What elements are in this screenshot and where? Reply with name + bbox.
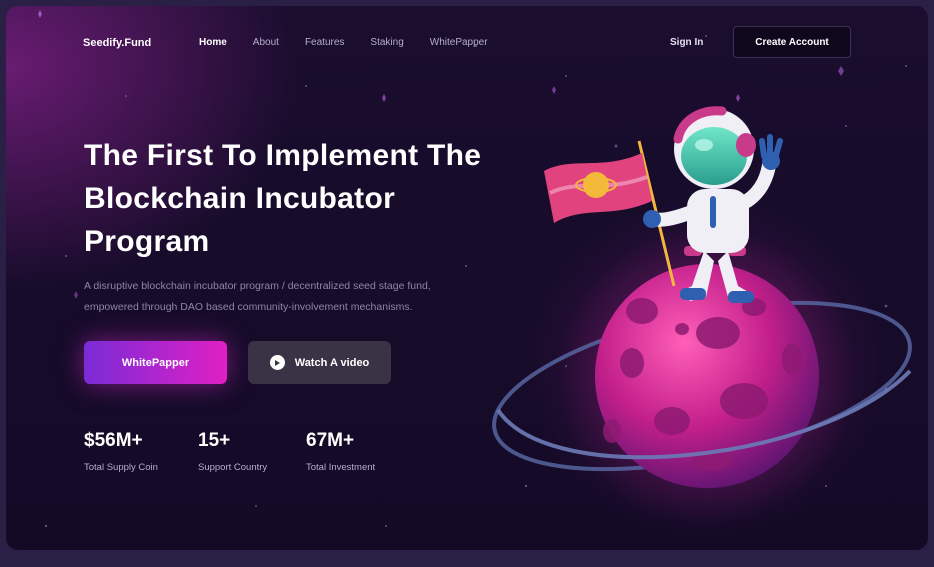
stat-value: 67M+ (306, 430, 355, 451)
astronaut-planet-illustration (492, 106, 912, 521)
hero-title: The First To Implement The Blockchain In… (84, 134, 524, 263)
stat-label: Total Supply Coin (84, 462, 158, 473)
stats-row: $56M+ Total Supply Coin 15+ Support Coun… (84, 430, 416, 473)
hero-description: A disruptive blockchain incubator progra… (84, 276, 524, 318)
hero-title-line-1: The First To Implement The (84, 139, 482, 172)
nav-link-home[interactable]: Home (199, 37, 227, 48)
stat-total-supply: $56M+ Total Supply Coin (84, 430, 198, 473)
whitepaper-button[interactable]: WhitePapper (84, 341, 227, 384)
stat-value: $56M+ (84, 430, 143, 451)
hero-description-line-1: A disruptive blockchain incubator progra… (84, 280, 431, 292)
nav-links: Home About Features Staking WhitePapper (199, 37, 514, 48)
nav-link-staking[interactable]: Staking (370, 37, 403, 48)
page-frame: Seedify.Fund Home About Features Staking… (6, 6, 928, 550)
create-account-button[interactable]: Create Account (733, 26, 851, 58)
top-navbar: Seedify.Fund Home About Features Staking… (6, 6, 928, 76)
stat-label: Total Investment (306, 462, 376, 473)
hero-title-line-2: Blockchain Incubator (84, 182, 396, 215)
nav-link-features[interactable]: Features (305, 37, 344, 48)
brand-logo[interactable]: Seedify.Fund (83, 37, 151, 49)
nav-link-whitepaper[interactable]: WhitePapper (430, 37, 488, 48)
hero-description-line-2: empowered through DAO based community-in… (84, 301, 413, 313)
nav-link-about[interactable]: About (253, 37, 279, 48)
watch-video-label: Watch A video (294, 356, 370, 369)
sign-in-link[interactable]: Sign In (670, 37, 703, 48)
watch-video-button[interactable]: Watch A video (248, 341, 391, 384)
stat-value: 15+ (198, 430, 231, 451)
play-icon (269, 355, 285, 370)
stat-label: Support Country (198, 462, 268, 473)
stat-support-country: 15+ Support Country (198, 430, 306, 473)
hero-title-line-3: Program (84, 225, 210, 258)
stat-total-investment: 67M+ Total Investment (306, 430, 416, 473)
